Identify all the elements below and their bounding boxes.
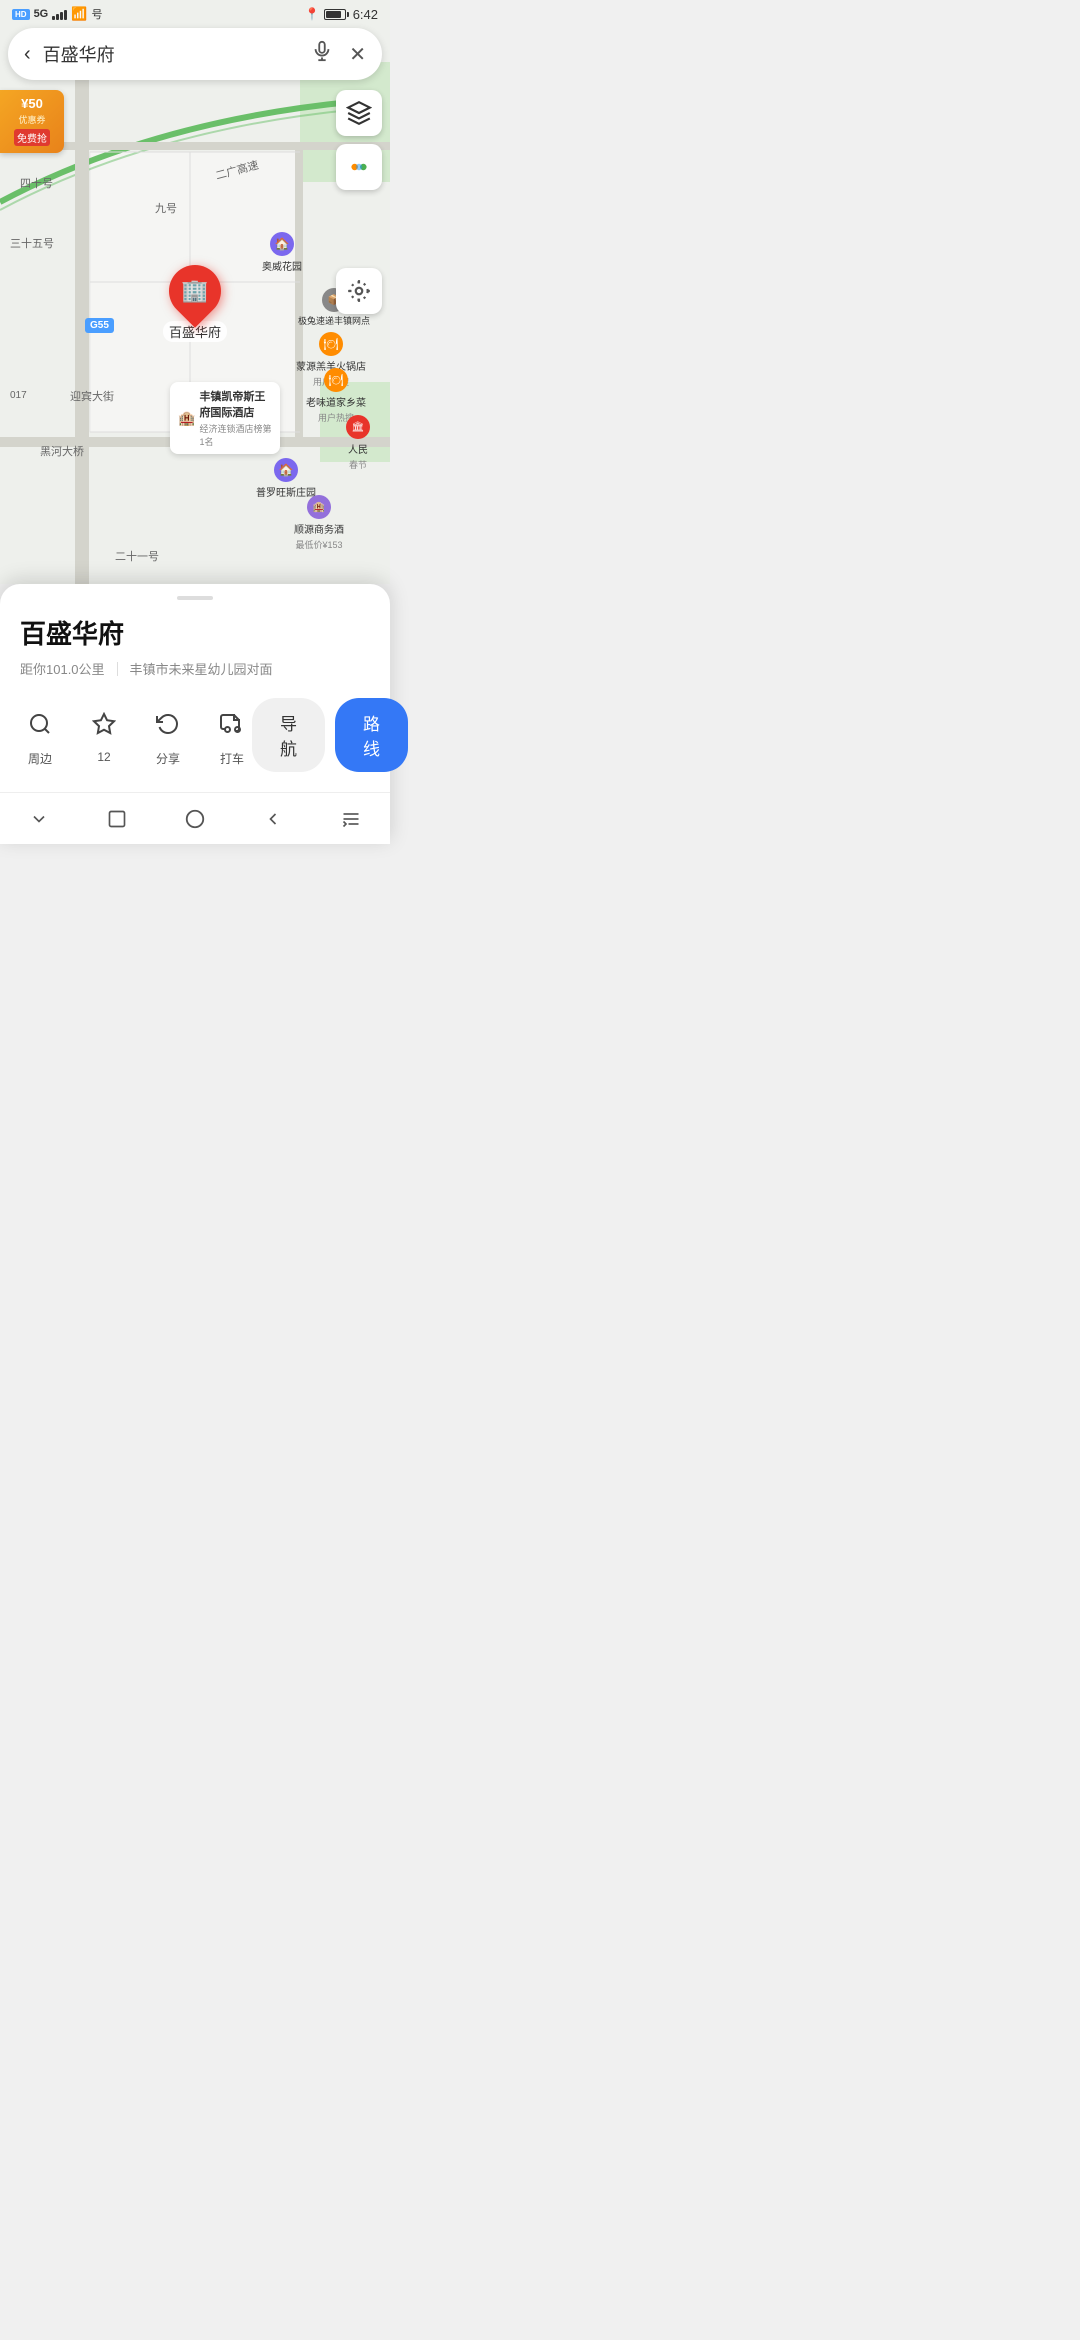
promo-sub: 优惠券 bbox=[8, 113, 56, 126]
nav-back[interactable] bbox=[249, 795, 297, 843]
hd-badge: HD bbox=[12, 9, 30, 20]
favorite-icon bbox=[84, 704, 124, 744]
bottom-navigation bbox=[0, 792, 390, 844]
promo-amount: ¥50 bbox=[8, 96, 56, 111]
location-name: 百盛华府 bbox=[20, 614, 370, 651]
map-area[interactable]: 四十号 九号 二广高速 三十五号 迎宾大街 黑河大桥 二十一号 高德地图 新营子… bbox=[0, 0, 390, 584]
taxi-label: 打车 bbox=[220, 750, 244, 767]
action-share[interactable]: 分享 bbox=[148, 704, 188, 767]
nav-menu[interactable] bbox=[327, 795, 375, 843]
poi-puluowangsi[interactable]: 🏠 普罗旺斯庄园 bbox=[256, 458, 316, 499]
location-meta: 距你101.0公里 丰镇市未来星幼儿园对面 bbox=[20, 659, 370, 678]
promo-free: 免费抢 bbox=[14, 129, 50, 146]
carrier-label: 号 bbox=[91, 6, 102, 22]
favorite-count: 12 bbox=[97, 750, 110, 764]
map-mode-button[interactable] bbox=[336, 144, 382, 190]
action-row: 周边 12 分享 bbox=[20, 698, 370, 772]
signal-bars bbox=[52, 8, 67, 20]
share-label: 分享 bbox=[156, 750, 180, 767]
poi-shunyuan[interactable]: 🏨 顺源商务酒 最低价¥153 bbox=[294, 495, 344, 551]
action-favorite[interactable]: 12 bbox=[84, 704, 124, 767]
action-nearby[interactable]: 周边 bbox=[20, 704, 60, 767]
status-bar: HD 5G 📶 号 📍 6:42 bbox=[0, 0, 390, 28]
action-taxi[interactable]: 打车 bbox=[212, 704, 252, 767]
nearby-label: 周边 bbox=[28, 750, 52, 767]
my-location-button[interactable] bbox=[336, 268, 382, 314]
route-button[interactable]: 路线 bbox=[335, 698, 408, 772]
share-icon bbox=[148, 704, 188, 744]
road-017: 017 bbox=[10, 390, 27, 401]
layers-button[interactable] bbox=[336, 90, 382, 136]
marker-building-icon: 🏢 bbox=[181, 278, 208, 304]
navigate-button[interactable]: 导航 bbox=[252, 698, 325, 772]
poi-renmin[interactable]: 🏛 人民 春节 bbox=[346, 415, 370, 471]
nearby-icon bbox=[20, 704, 60, 744]
battery bbox=[324, 9, 349, 20]
nav-square[interactable] bbox=[93, 795, 141, 843]
road-label-heihe: 黑河大桥 bbox=[40, 443, 84, 459]
main-buttons: 导航 路线 bbox=[252, 698, 408, 772]
road-label-yingbin: 迎宾大街 bbox=[70, 388, 114, 404]
action-items: 周边 12 分享 bbox=[20, 704, 252, 767]
time: 6:42 bbox=[353, 7, 378, 22]
back-button[interactable]: ‹ bbox=[24, 43, 31, 66]
location-icon: 📍 bbox=[305, 7, 320, 21]
status-right: 📍 6:42 bbox=[305, 7, 378, 22]
road-label-21: 二十一号 bbox=[115, 548, 159, 564]
voice-button[interactable] bbox=[311, 40, 333, 68]
hotel-card-kaidisi[interactable]: 🏨 丰镇凯帝斯王府国际酒店 经济连锁酒店榜第1名 bbox=[170, 382, 280, 454]
search-bar: ‹ 百盛华府 ✕ bbox=[8, 28, 382, 80]
road-label-35: 三十五号 bbox=[10, 235, 54, 251]
hotel-rank: 经济连锁酒店榜第1名 bbox=[199, 422, 272, 448]
address-text: 丰镇市未来星幼儿园对面 bbox=[130, 659, 273, 678]
promo-banner[interactable]: ¥50 优惠券 免费抢 bbox=[0, 90, 64, 153]
nav-down[interactable] bbox=[15, 795, 63, 843]
road-label-9: 九号 bbox=[155, 200, 177, 216]
distance-text: 距你101.0公里 bbox=[20, 659, 105, 678]
close-button[interactable]: ✕ bbox=[349, 42, 366, 67]
wifi-icon: 📶 bbox=[71, 6, 87, 22]
search-query[interactable]: 百盛华府 bbox=[43, 41, 312, 67]
network-indicator: 5G bbox=[34, 8, 49, 20]
marker-pin: 🏢 bbox=[158, 254, 232, 328]
location-marker[interactable]: 🏢 百盛华府 bbox=[163, 265, 227, 342]
g55-badge: G55 bbox=[85, 315, 114, 333]
hotel-name: 丰镇凯帝斯王府国际酒店 bbox=[199, 388, 272, 420]
nav-home[interactable] bbox=[171, 795, 219, 843]
status-left: HD 5G 📶 号 bbox=[12, 6, 102, 22]
road-label-40: 四十号 bbox=[20, 175, 53, 191]
panel-handle bbox=[177, 596, 213, 600]
taxi-icon bbox=[212, 704, 252, 744]
poi-aoweihuayuan[interactable]: 🏠 奥威花园 bbox=[262, 232, 302, 273]
